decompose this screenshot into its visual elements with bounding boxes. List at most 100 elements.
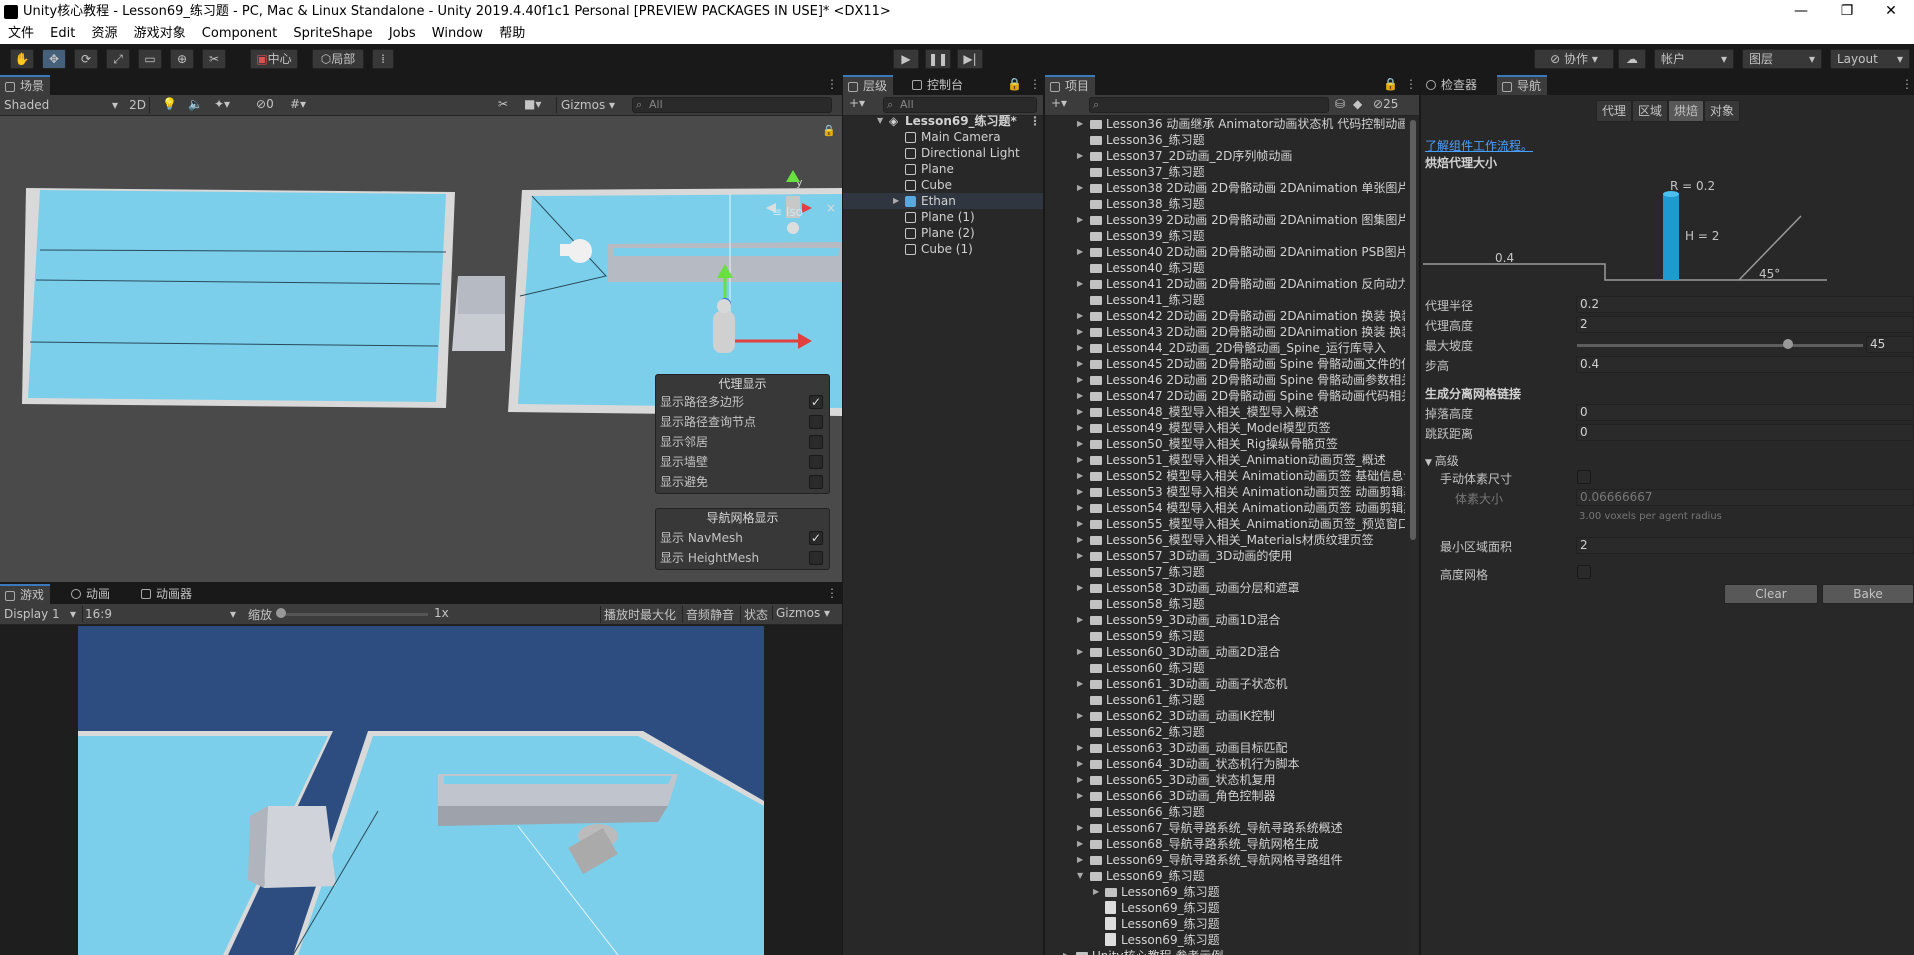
scale-slider-handle[interactable] <box>276 608 286 618</box>
grid-icon[interactable]: #▾ <box>290 97 306 111</box>
menu-file[interactable]: 文件 <box>8 26 34 41</box>
tab-hierarchy[interactable]: 层级 <box>843 75 894 95</box>
layout-dropdown[interactable]: Layout ▾ <box>1830 49 1910 69</box>
project-folder-row[interactable]: ▶ Lesson68_导航寻路系统_导航网格生成 <box>1045 836 1405 852</box>
drop-height-field[interactable]: 0 <box>1576 404 1914 421</box>
expand-arrow-icon[interactable]: ▶ <box>1077 420 1083 436</box>
expand-arrow-icon[interactable]: ▶ <box>1077 388 1083 404</box>
expand-arrow-icon[interactable]: ▶ <box>1077 788 1083 804</box>
project-folder-row[interactable]: ▶ Lesson54 模型导入相关 Animation动画页签 动画剪辑其 <box>1045 500 1405 516</box>
show-avoidance-checkbox[interactable] <box>809 475 823 489</box>
move-tool-icon[interactable]: ✥ <box>42 49 66 69</box>
min-region-area-field[interactable]: 2 <box>1576 537 1914 554</box>
project-folder-row[interactable]: ▶ Lesson49_模型导入相关_Model模型页签 <box>1045 420 1405 436</box>
expand-arrow-icon[interactable]: ▶ <box>1077 548 1083 564</box>
expand-arrow-icon[interactable]: ▶ <box>1077 452 1083 468</box>
project-folder-row[interactable]: ▶ Lesson44_2D动画_2D骨骼动画_Spine_运行库导入 <box>1045 340 1405 356</box>
clear-button[interactable]: Clear <box>1724 584 1818 604</box>
project-folder-row[interactable]: ▶ Lesson51_模型导入相关_Animation动画页签_概述 <box>1045 452 1405 468</box>
project-folder-row[interactable]: ▶ Lesson37_2D动画_2D序列帧动画 <box>1045 148 1405 164</box>
show-avoidance-row[interactable]: 显示避免 <box>660 473 825 491</box>
expand-arrow-icon[interactable]: ▶ <box>1077 404 1083 420</box>
height-mesh-checkbox[interactable] <box>1577 565 1591 579</box>
hierarchy-item[interactable]: Directional Light <box>843 145 1043 161</box>
jump-distance-field[interactable]: 0 <box>1576 424 1914 441</box>
show-path-polygons-checkbox[interactable] <box>809 393 823 411</box>
expand-arrow-icon[interactable]: ▶ <box>1077 756 1083 772</box>
hierarchy-search-input[interactable]: ⌕ All <box>883 97 1037 113</box>
show-walls-row[interactable]: 显示墙壁 <box>660 453 825 471</box>
project-folder-row[interactable]: ▶ Lesson57_3D动画_3D动画的使用 <box>1045 548 1405 564</box>
expand-arrow-icon[interactable]: ▶ <box>1077 356 1083 372</box>
effects-icon[interactable]: ✦▾ <box>214 97 230 111</box>
project-folder-row[interactable]: ▶ Lesson69_导航寻路系统_导航网格寻路组件 <box>1045 852 1405 868</box>
project-asset-row[interactable]: ▶ Lesson69_练习题 <box>1045 884 1405 900</box>
filter-label-icon[interactable]: ◆ <box>1353 97 1362 111</box>
step-button[interactable]: ▶| <box>957 49 983 69</box>
more-menu-icon[interactable]: ⋮ <box>1901 77 1913 91</box>
gizmos-dropdown[interactable]: Gizmos ▾ <box>556 97 622 113</box>
expand-arrow-icon[interactable]: ▶ <box>1077 180 1083 196</box>
display-dropdown[interactable]: Display 1 ▾ <box>4 606 78 622</box>
learn-workflow-link[interactable]: 了解组件工作流程。 <box>1425 137 1533 154</box>
expand-arrow-icon[interactable]: ▶ <box>1077 676 1083 692</box>
lock-icon[interactable]: 🔒 <box>1007 77 1022 91</box>
grid-snap-icon[interactable]: ⁞ <box>372 49 394 69</box>
show-walls-checkbox[interactable] <box>809 455 823 469</box>
expand-arrow-icon[interactable]: ▶ <box>1077 740 1083 756</box>
project-asset-row[interactable]: Lesson69_练习题 <box>1045 932 1405 948</box>
maximize-on-play-toggle[interactable]: 播放时最大化 <box>600 606 679 623</box>
expand-arrow-icon[interactable]: ▶ <box>1077 852 1083 868</box>
project-folder-row[interactable]: Lesson38_练习题 <box>1045 196 1405 212</box>
project-folder-row[interactable]: Lesson59_练习题 <box>1045 628 1405 644</box>
close-button[interactable]: ✕ <box>1868 0 1914 24</box>
cloud-icon[interactable]: ☁ <box>1618 49 1646 69</box>
create-plus-icon[interactable]: +▾ <box>1051 96 1067 110</box>
expand-arrow-icon[interactable]: ▶ <box>1077 772 1083 788</box>
tab-console[interactable]: 控制台 <box>907 75 969 95</box>
project-folder-row[interactable]: Lesson37_练习题 <box>1045 164 1405 180</box>
show-query-nodes-checkbox[interactable] <box>809 415 823 429</box>
expand-arrow-icon[interactable]: ▶ <box>1077 484 1083 500</box>
lighting-icon[interactable]: 💡 <box>162 97 177 111</box>
menu-edit[interactable]: Edit <box>50 26 75 41</box>
expand-arrow-icon[interactable]: ▶ <box>1077 500 1083 516</box>
expand-arrow-icon[interactable]: ▶ <box>1077 708 1083 724</box>
project-folder-row[interactable]: ▶ Lesson46 2D动画 2D骨骼动画 Spine 骨骼动画参数相关 <box>1045 372 1405 388</box>
project-folder-row[interactable]: ▶ Lesson36 动画继承 Animator动画状态机 代码控制动画 <box>1045 116 1405 132</box>
project-folder-row[interactable]: ▶ Lesson53 模型导入相关 Animation动画页签 动画剪辑基 <box>1045 484 1405 500</box>
hierarchy-item[interactable]: Plane (2) <box>843 225 1043 241</box>
account-dropdown[interactable]: 帐户 ▾ <box>1654 49 1734 69</box>
mute-audio-toggle[interactable]: 音频静音 <box>682 606 737 623</box>
scale-tool-icon[interactable]: ⤢ <box>106 49 130 69</box>
scene-search-input[interactable]: ⌕ All <box>632 97 832 113</box>
collab-button[interactable]: ⊘ 协作 ▾ <box>1534 49 1614 69</box>
create-plus-icon[interactable]: +▾ <box>849 96 865 110</box>
audio-icon[interactable]: 🔈 <box>188 97 203 111</box>
project-folder-row[interactable]: ▶ Lesson45 2D动画 2D骨骼动画 Spine 骨骼动画文件的使 <box>1045 356 1405 372</box>
show-query-nodes-row[interactable]: 显示路径查询节点 <box>660 413 825 431</box>
nav-tab-bake[interactable]: 烘焙 <box>1668 100 1704 122</box>
nav-tab-areas[interactable]: 区域 <box>1632 100 1668 122</box>
project-folder-row[interactable]: ▶ Lesson42 2D动画 2D骨骼动画 2DAnimation 换装 换装 <box>1045 308 1405 324</box>
project-folder-row[interactable]: ▶ Lesson40 2D动画 2D骨骼动画 2DAnimation PSB图片 <box>1045 244 1405 260</box>
project-folder-row[interactable]: Lesson62_练习题 <box>1045 724 1405 740</box>
show-path-polygons-row[interactable]: 显示路径多边形 <box>660 393 825 411</box>
tab-scene[interactable]: 场景 <box>0 75 51 95</box>
project-scrollbar[interactable] <box>1409 120 1417 955</box>
shading-dropdown[interactable]: Shaded ▾ <box>4 97 120 113</box>
expand-arrow-icon[interactable]: ▼ <box>1077 868 1083 884</box>
show-navmesh-row[interactable]: 显示 NavMesh <box>660 529 825 547</box>
tab-inspector[interactable]: 检查器 <box>1421 75 1483 95</box>
project-folder-row[interactable]: ▶ Lesson43 2D动画 2D骨骼动画 2DAnimation 换装 换装 <box>1045 324 1405 340</box>
tab-animator[interactable]: 动画器 <box>136 584 198 604</box>
project-folder-row[interactable]: ▶ Lesson47 2D动画 2D骨骼动画 Spine 骨骼动画代码相关 <box>1045 388 1405 404</box>
project-folder-row[interactable]: ▶ Lesson63_3D动画_动画目标匹配 <box>1045 740 1405 756</box>
play-button[interactable]: ▶ <box>893 49 919 69</box>
camera-icon[interactable]: ■▾ <box>524 97 541 111</box>
game-view[interactable] <box>78 626 764 955</box>
project-search-input[interactable]: ⌕ <box>1089 97 1329 113</box>
expand-arrow-icon[interactable]: ▶ <box>893 193 899 209</box>
agent-height-field[interactable]: 2 <box>1576 316 1914 333</box>
nav-tab-object[interactable]: 对象 <box>1704 100 1740 122</box>
